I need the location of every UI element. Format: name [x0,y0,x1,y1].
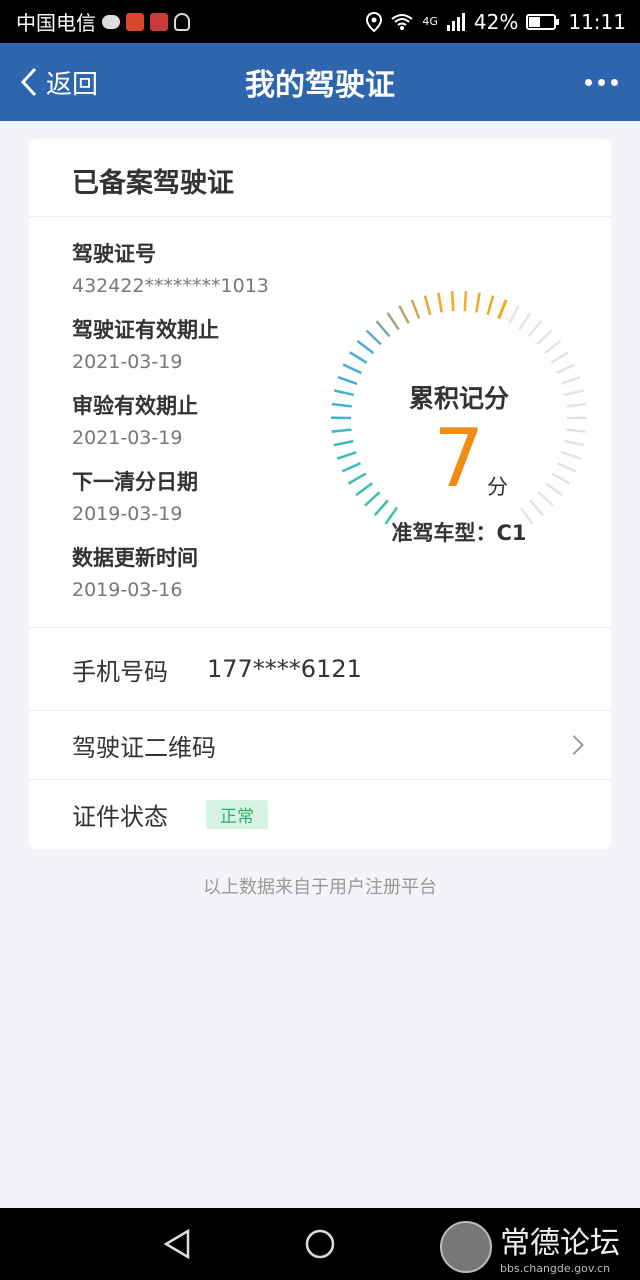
info-label: 审验有效期止 [72,394,198,418]
forum-watermark: 常德论坛 bbs.changde.gov.cn [440,1218,620,1275]
more-dot [611,78,618,86]
status-label: 证件状态 [72,803,168,831]
forum-emblem-icon [440,1220,492,1273]
gauge-tick-active [342,363,362,375]
gauge-tick-active [356,339,375,355]
video-app-icon [126,12,144,31]
wifi-icon [391,13,413,30]
qr-code-label: 驾驶证二维码 [72,733,216,762]
score-unit: 分 [487,475,508,499]
gauge-tick-active [373,499,389,517]
home-circle-icon[interactable] [304,1228,336,1260]
chat-bubble-icon [102,14,120,29]
watermark-title: 常德论坛 [500,1226,620,1261]
gauge-tick-active [423,295,432,316]
info-item-license-expiry: 驾驶证有效期止 2021-03-19 [72,315,269,391]
gauge-tick-active [398,305,410,325]
info-label: 驾驶证号 [72,242,156,266]
info-value: 2019-03-19 [72,503,183,525]
info-value: 2019-03-16 [72,579,183,601]
status-badge: 正常 [206,800,268,829]
license-card: 已备案驾驶证 驾驶证号 432422********1013 驾驶证有效期止 2… [29,139,611,849]
gauge-tick-active [341,462,361,473]
network-type: 4G [422,15,438,28]
more-dot [585,78,592,86]
phone-value: 177****6121 [207,655,362,683]
reader-app-icon [150,12,168,31]
info-label: 驾驶证有效期止 [72,318,219,342]
battery-percent: 42% [473,9,519,34]
gauge-tick-active [364,491,381,507]
status-bar: 中国电信 4G 42% 11:11 [0,0,640,43]
gauge-tick-inactive [529,499,545,517]
gauge-tick-inactive [561,451,582,460]
carrier-label: 中国电信 [16,11,96,35]
page-title: 我的驾驶证 [245,68,395,103]
gauge-tick-active [386,312,400,331]
back-triangle-icon[interactable] [162,1228,192,1260]
score-value: 7 [433,412,485,505]
gauge-tick-active [497,299,508,320]
gauge-tick-active [349,351,368,364]
status-row: 证件状态 正常 [29,780,611,849]
info-value: 2021-03-19 [72,427,183,449]
license-info-list: 驾驶证号 432422********1013 驾驶证有效期止 2021-03-… [72,239,269,619]
gauge-tick-active [475,292,481,313]
gauge-tick-inactive [550,351,569,364]
gauge-tick-inactive [545,482,563,497]
phone-row: 手机号码 177****6121 [29,628,611,710]
gauge-tick-active [365,329,382,346]
gauge-tick-active [463,291,468,312]
phone-label: 手机号码 [72,657,168,686]
card-title: 已备案驾驶证 [72,168,234,199]
gauge-tick-active [486,295,495,316]
info-item-data-update-time: 数据更新时间 2019-03-16 [72,543,269,619]
gauge-tick-active [331,428,352,433]
info-label: 下一清分日期 [72,470,198,494]
gauge-tick-inactive [536,329,553,346]
watermark-url: bbs.changde.gov.cn [500,1262,611,1275]
info-item-next-clear-date: 下一清分日期 2019-03-19 [72,467,269,543]
gauge-tick-inactive [537,491,554,507]
gauge-tick-active [437,292,443,313]
gauge-tick-inactive [518,312,532,331]
gauge-tick-inactive [551,472,571,485]
gauge-tick-active [333,439,354,447]
more-dots-icon[interactable] [585,43,618,121]
gauge-tick-active [375,320,391,338]
location-icon [366,11,383,32]
gauge-tick-active [450,291,455,312]
qr-code-row[interactable]: 驾驶证二维码 [29,711,611,779]
info-item-inspection-expiry: 审验有效期止 2021-03-19 [72,391,269,467]
more-dot [598,78,605,86]
gauge-tick-active [410,299,421,320]
battery-icon [526,13,560,30]
info-item-license-number: 驾驶证号 432422********1013 [72,239,269,315]
score-label: 累积记分 [408,384,509,413]
gauge-tick-inactive [543,339,562,355]
ghost-app-icon [174,12,190,31]
gauge-tick-inactive [556,363,576,375]
info-value: 2021-03-19 [72,351,183,373]
gauge-tick-inactive [557,462,577,473]
clock: 11:11 [568,9,626,34]
nav-bar: 返回 我的驾驶证 [0,43,640,121]
info-label: 数据更新时间 [72,546,198,570]
gauge-tick-inactive [564,439,585,447]
gauge-tick-active [336,451,357,460]
chevron-right-icon [564,735,584,755]
signal-icon [446,12,465,31]
gauge-tick-inactive [508,305,520,325]
divider [29,216,611,217]
gauge-tick-inactive [566,428,587,433]
license-class: 准驾车型：C1 [391,521,527,545]
gauge-tick-active [355,482,373,497]
footer-note: 以上数据来自于用户注册平台 [203,877,437,898]
gauge-tick-inactive [527,320,543,338]
info-value: 432422********1013 [72,275,269,297]
gauge-tick-active [347,472,367,485]
